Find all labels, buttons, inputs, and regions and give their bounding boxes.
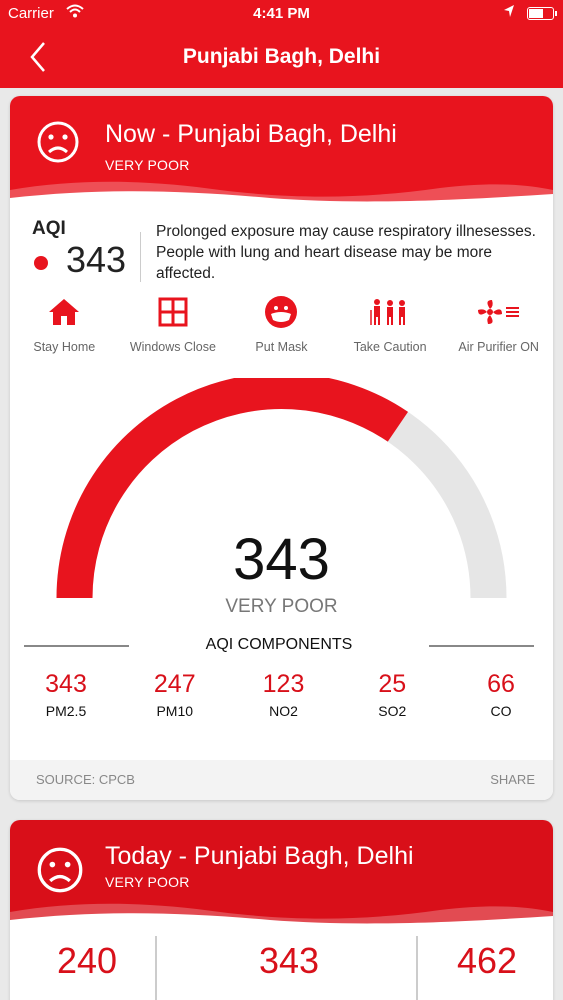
header-wave — [10, 903, 553, 930]
today-avg-value: 343 — [258, 940, 320, 981]
advice-label: Stay Home — [33, 340, 96, 354]
home-icon — [10, 292, 119, 332]
air-purifier-icon — [444, 292, 553, 332]
gauge-value: 343 — [233, 527, 330, 592]
component-so2: 25 SO2 — [362, 670, 422, 719]
today-card-title: Today - Punjabi Bagh, Delhi — [105, 842, 414, 870]
component-value: 247 — [153, 670, 196, 698]
card-footer: SOURCE: CPCB SHARE — [10, 760, 553, 800]
top-bar: Carrier 4:41 PM Punjabi Bagh, Delhi — [0, 0, 563, 88]
today-max-value: 462 — [456, 940, 518, 981]
component-value: 25 — [378, 670, 407, 698]
now-card-title: Now - Punjabi Bagh, Delhi — [105, 120, 397, 148]
divider — [416, 936, 418, 1000]
gauge-category: VERY POOR — [225, 596, 338, 617]
component-pm10: 247 PM10 — [145, 670, 205, 719]
component-co: 66 CO — [471, 670, 531, 719]
today-values: 240 343 462 — [10, 936, 553, 1000]
clock: 4:41 PM — [253, 5, 310, 22]
health-advisory: Prolonged exposure may cause respiratory… — [156, 223, 536, 282]
today-card-header: Today - Punjabi Bagh, Delhi VERY POOR — [10, 820, 553, 930]
today-card-category: VERY POOR — [105, 874, 190, 890]
aqi-status-dot — [34, 256, 48, 270]
sad-face-icon — [36, 120, 80, 169]
component-value: 66 — [487, 670, 515, 698]
now-card: Now - Punjabi Bagh, Delhi VERY POOR AQI … — [10, 96, 553, 800]
page-title: Punjabi Bagh, Delhi — [182, 45, 381, 68]
location-arrow-icon — [503, 4, 515, 22]
advice-windows-close[interactable]: Windows Close — [119, 292, 228, 362]
aqi-label: AQI — [32, 218, 66, 239]
component-name: PM2.5 — [45, 703, 87, 719]
advice-label: Put Mask — [255, 340, 308, 354]
component-no2: 123 NO2 — [254, 670, 314, 719]
header-wave — [10, 181, 553, 208]
components-heading: AQI COMPONENTS — [24, 636, 534, 656]
window-icon — [119, 292, 228, 332]
mask-icon — [227, 292, 336, 332]
share-button[interactable]: SHARE — [490, 772, 535, 787]
advice-label: Windows Close — [129, 340, 216, 354]
aqi-summary: AQI 343 Prolonged exposure may cause res… — [10, 208, 553, 286]
component-name: PM10 — [156, 703, 194, 719]
today-min-value: 240 — [56, 940, 118, 981]
advice-label: Air Purifier ON — [458, 340, 539, 354]
battery-icon — [527, 7, 557, 20]
component-value: 343 — [45, 670, 87, 698]
divider — [429, 645, 534, 647]
today-card: Today - Punjabi Bagh, Delhi VERY POOR 24… — [10, 820, 553, 1000]
source-label: SOURCE: CPCB — [36, 772, 135, 787]
advice-label: Take Caution — [353, 340, 427, 354]
people-caution-icon — [336, 292, 445, 332]
aqi-value: 343 — [66, 239, 127, 280]
nav-bar: Punjabi Bagh, Delhi — [0, 30, 563, 88]
advice-take-caution[interactable]: Take Caution — [336, 292, 445, 362]
component-name: NO2 — [269, 703, 298, 719]
now-card-header: Now - Punjabi Bagh, Delhi VERY POOR — [10, 96, 553, 208]
component-name: SO2 — [378, 703, 407, 719]
advice-air-purifier-on[interactable]: Air Purifier ON — [444, 292, 553, 362]
sad-face-icon — [36, 846, 84, 899]
component-value: 123 — [262, 670, 305, 698]
advice-stay-home[interactable]: Stay Home — [10, 292, 119, 362]
advice-row: Stay Home Windows Close Put Mask Take Ca… — [10, 292, 553, 362]
components-list: 343 PM2.5 247 PM10 123 NO2 25 SO2 66 CO — [10, 670, 553, 719]
divider — [140, 232, 141, 282]
advice-put-mask[interactable]: Put Mask — [227, 292, 336, 362]
component-name: CO — [490, 703, 512, 719]
component-pm25: 343 PM2.5 — [36, 670, 96, 719]
now-card-category: VERY POOR — [105, 157, 190, 173]
status-bar: Carrier 4:41 PM — [0, 0, 563, 30]
divider — [155, 936, 157, 1000]
